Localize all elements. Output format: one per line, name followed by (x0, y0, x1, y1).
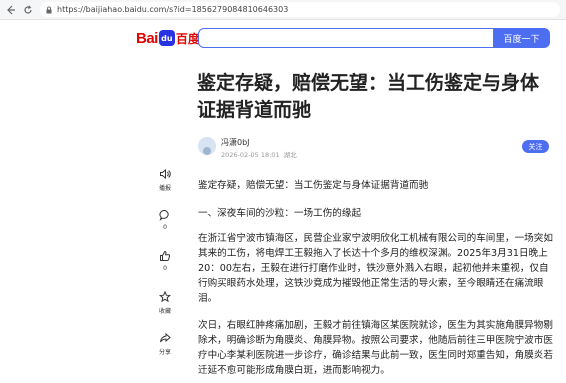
refresh-icon[interactable] (21, 3, 34, 16)
thumbs-up-icon (160, 250, 171, 261)
favorite-label: 收藏 (158, 308, 171, 315)
baidu-logo[interactable]: Bai du 百度 (136, 29, 200, 47)
like-count: 0 (163, 265, 167, 272)
paragraph-body: 在浙江省宁波市镇海区，民营企业家宁波明欣化工机械有限公司的车间里，一场突如其来的… (198, 233, 553, 304)
paragraph-body: 次日，右眼红肿疼痛加剧，王毅才前往镇海区某医院就诊，医生为其实施角膜异物剔除术，… (198, 320, 553, 376)
listen-button[interactable]: 播报 (154, 168, 176, 192)
star-icon (159, 291, 171, 303)
article-title: 鉴定存疑，赔偿无望：当工伤鉴定与身体证据背道而驰 (197, 72, 540, 121)
url-field[interactable]: https://baijiahao.baidu.com/s?id=1856279… (40, 2, 560, 17)
share-icon (160, 332, 171, 343)
avatar[interactable] (198, 137, 216, 155)
comment-button[interactable]: 0 (154, 209, 176, 231)
publish-location: 湖北 (283, 151, 297, 159)
share-label: 分享 (158, 349, 171, 356)
listen-label: 播报 (158, 185, 171, 192)
browser-address-bar: https://baijiahao.baidu.com/s?id=1856279… (0, 0, 566, 20)
author-name[interactable]: 冯潇0bJ (221, 137, 250, 148)
paragraph-summary: 鉴定存疑，赔偿无望：当工伤鉴定与身体证据背道而驰 (198, 180, 429, 191)
paragraph-section-heading: 一、深夜车间的沙粒：一场工伤的缘起 (198, 208, 362, 219)
search-input[interactable] (198, 28, 494, 48)
publish-date: 2026-02-05 18:01 (221, 151, 280, 159)
search-button[interactable]: 百度一下 (493, 28, 550, 48)
like-button[interactable]: 0 (154, 250, 176, 272)
speaker-icon (160, 168, 171, 180)
lock-icon (46, 6, 52, 13)
follow-button[interactable]: 关注 (522, 140, 549, 153)
article-meta: 2026-02-05 18:01 湖北 (221, 149, 297, 159)
share-button[interactable]: 分享 (154, 332, 176, 356)
favorite-button[interactable]: 收藏 (154, 291, 176, 315)
paw-icon: du (158, 30, 175, 46)
comment-icon (159, 209, 169, 221)
back-icon[interactable] (4, 3, 17, 16)
comment-count: 0 (163, 224, 167, 231)
url-text: https://baijiahao.baidu.com/s?id=1856279… (57, 5, 289, 14)
